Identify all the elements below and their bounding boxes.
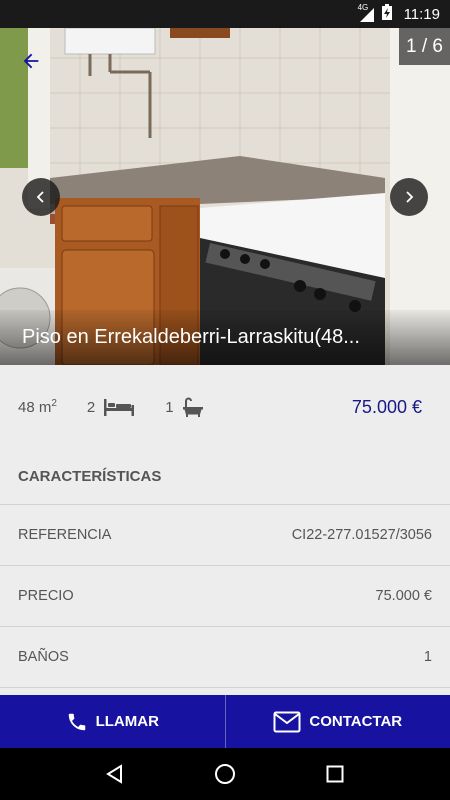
feature-value: 1 [423, 649, 432, 665]
features-heading: CARACTERÍSTICAS [0, 449, 450, 505]
area-unit-superscript: 2 [51, 398, 57, 409]
mail-icon [273, 711, 301, 732]
photo-gallery[interactable]: 1 / 6 Piso en Errekaldeberri-Larraskitu(… [0, 28, 450, 365]
feature-label: BAÑOS [18, 649, 69, 665]
listing-title: Piso en Errekaldeberri-Larraskitu(48... [0, 310, 450, 365]
area-info: 48 m2 [18, 398, 57, 416]
bathtub-icon [182, 397, 203, 417]
square-recents-icon [326, 765, 344, 783]
photo-counter: 1 / 6 [399, 28, 450, 65]
status-bar: 4G 11:19 [0, 0, 450, 28]
battery-icon [381, 4, 392, 24]
bed-icon [104, 399, 135, 416]
system-navigation-bar [0, 748, 450, 800]
feature-value: 75.000 € [375, 588, 432, 604]
circle-home-icon [215, 764, 235, 784]
contact-button[interactable]: CONTACTAR [224, 695, 450, 748]
network-type: 4G [357, 3, 369, 12]
feature-value: CI22-277.01527/3056 [291, 527, 432, 543]
listing-price: 75.000 € [351, 396, 422, 417]
bedrooms-info: 2 [87, 397, 135, 417]
call-button-label: LLAMAR [95, 713, 159, 730]
arrow-back-icon [23, 53, 39, 69]
feature-row-price: PRECIO 75.000 € [0, 566, 450, 627]
bedrooms-count: 2 [86, 398, 96, 416]
feature-row-bathrooms: BAÑOS 1 [0, 627, 450, 688]
bathrooms-info: 1 [165, 397, 203, 417]
feature-label: REFERENCIA [18, 527, 112, 543]
listing-summary: 48 m2 2 1 75.000 € [0, 365, 450, 449]
call-button[interactable]: LLAMAR [0, 695, 225, 748]
chevron-right-icon [406, 191, 414, 203]
next-photo-button[interactable] [390, 178, 428, 216]
system-back-button[interactable] [95, 754, 135, 794]
system-home-button[interactable] [205, 754, 245, 794]
triangle-back-icon [106, 764, 122, 784]
contact-button-label: CONTACTAR [309, 713, 403, 730]
signal-icon: 4G [357, 3, 374, 22]
bathrooms-count: 1 [165, 398, 174, 416]
chevron-left-icon [36, 191, 44, 203]
phone-icon [68, 713, 85, 730]
system-recents-button[interactable] [315, 754, 355, 794]
area-value: 48 m2 [18, 398, 57, 416]
feature-row-reference: REFERENCIA CI22-277.01527/3056 [0, 505, 450, 566]
feature-label: PRECIO [18, 588, 74, 604]
previous-photo-button[interactable] [22, 178, 60, 216]
back-button[interactable] [16, 46, 46, 76]
contact-action-bar: LLAMAR CONTACTAR [0, 695, 450, 748]
clock: 11:19 [403, 5, 440, 23]
